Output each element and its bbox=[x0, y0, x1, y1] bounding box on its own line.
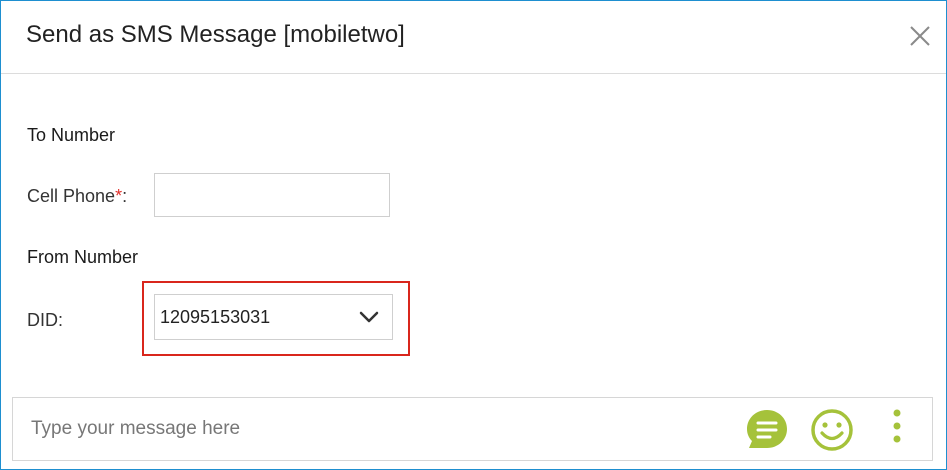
label-colon: : bbox=[122, 186, 128, 206]
message-composer[interactable]: Type your message here bbox=[12, 397, 933, 461]
did-select[interactable]: 12095153031 bbox=[154, 294, 393, 340]
chevron-down-icon bbox=[358, 309, 380, 325]
emoji-icon[interactable] bbox=[810, 408, 854, 452]
message-placeholder: Type your message here bbox=[31, 418, 241, 439]
from-number-heading: From Number bbox=[27, 247, 139, 267]
cell-phone-input[interactable] bbox=[154, 173, 390, 217]
did-selected-value: 12095153031 bbox=[160, 307, 271, 327]
sms-dialog: Send as SMS Message [mobiletwo] To Numbe… bbox=[0, 0, 947, 470]
dialog-title: Send as SMS Message [mobiletwo] bbox=[26, 21, 405, 48]
cell-phone-label: Cell Phone*: bbox=[27, 186, 127, 207]
more-options-icon[interactable] bbox=[889, 408, 905, 448]
cell-phone-label-text: Cell Phone bbox=[27, 186, 116, 206]
close-icon[interactable] bbox=[907, 23, 933, 49]
to-number-heading: To Number bbox=[27, 125, 116, 145]
did-label: DID: bbox=[27, 310, 63, 330]
dialog-header: Send as SMS Message [mobiletwo] bbox=[1, 1, 946, 74]
message-templates-icon[interactable] bbox=[744, 408, 790, 452]
